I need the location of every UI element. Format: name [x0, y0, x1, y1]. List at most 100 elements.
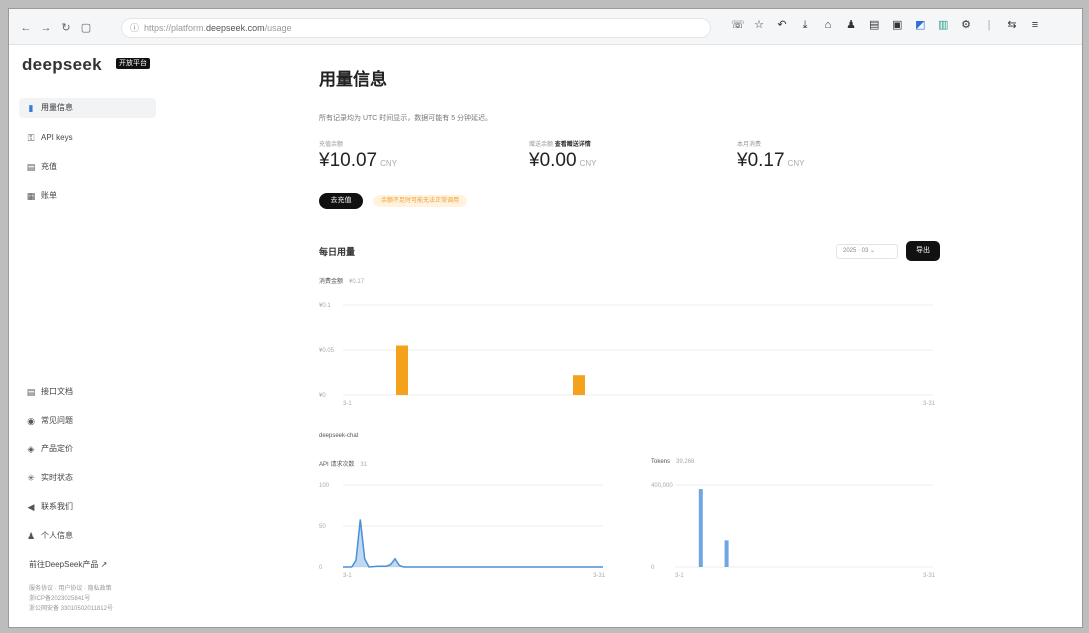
stat-topup-balance: 充值余额 ¥10.07 CNY	[319, 139, 397, 172]
deepseek-product-link[interactable]: 前往DeepSeek产品 ↗	[19, 555, 156, 575]
x-tick-label: 3-31	[923, 401, 936, 407]
phone-icon[interactable]: ☏	[731, 19, 745, 31]
sidebar-item-label: 充值	[41, 162, 57, 171]
sidebar-item-status[interactable]: ✳ 实时状态	[19, 468, 156, 488]
stat-value: ¥10.07 CNY	[319, 150, 397, 172]
user-icon: ♟	[26, 531, 36, 541]
month-select-value: 2025 · 03	[843, 248, 869, 254]
stat-amount: ¥10.07	[319, 150, 378, 171]
cost-chart-total: ¥0.17	[349, 279, 365, 285]
y-tick-label: 50	[319, 524, 326, 530]
help-icon: ◉	[27, 416, 35, 426]
extension-icons: ☏ ☆ ↶ ⤓ ⌂ ♟ ▤ ▣ ◩ ▥ ⚙ | ⇆ ≡	[731, 19, 1040, 35]
y-tick-label: 0	[651, 565, 655, 571]
megaphone-icon: ◀	[27, 502, 35, 512]
sidebar-item-billing[interactable]: ▦ 账单	[19, 186, 156, 206]
sheet-icon[interactable]: ▥	[938, 19, 948, 31]
stat-value: ¥0.00 CNY	[529, 150, 596, 172]
page-title: 用量信息	[319, 70, 387, 89]
url-host: deepseek.com	[206, 23, 265, 33]
share-icon[interactable]: ↶	[777, 19, 787, 31]
logo[interactable]: deepseek	[22, 55, 102, 75]
home-icon[interactable]: ⌂	[823, 19, 833, 31]
section-title: 每日用量	[319, 247, 356, 257]
topup-tip: 余额不足时可能无法正常调用	[373, 195, 468, 207]
sidebar-item-profile[interactable]: ♟ 个人信息	[19, 526, 156, 546]
stat-amount: ¥0.17	[737, 150, 785, 171]
y-tick-label: 0	[319, 565, 323, 571]
url-path: /usage	[264, 23, 292, 33]
y-tick-label: 100	[319, 483, 330, 489]
sidebar-item-pricing[interactable]: ◈ 产品定价	[19, 439, 156, 459]
bill-icon: ▦	[26, 191, 36, 201]
stat-label: 赠送余额 查看赠送详情	[529, 139, 596, 149]
footer-links[interactable]: 服务协议 · 用户协议 · 隐私政策	[29, 585, 112, 594]
cost-chart: ¥0.1 ¥0.05 ¥0 3-1 3-31	[319, 303, 936, 407]
tokens-chart: 400,000 0 3-1 3-31	[651, 483, 936, 579]
lock-icon: ⓘ	[130, 23, 140, 33]
sidebar-toggle-icon[interactable]: ⇆	[1007, 19, 1017, 31]
requests-chart-title: API 请求次数 31	[319, 459, 367, 468]
x-tick-label: 3-31	[923, 573, 936, 579]
price-tag-icon: ◈	[27, 444, 35, 454]
sidebar-item-label: 接口文档	[41, 387, 73, 396]
sidebar-item-label: 用量信息	[41, 103, 73, 112]
sidebar-item-label: 联系我们	[41, 502, 73, 511]
y-tick-label: ¥0.1	[319, 303, 331, 309]
forward-icon[interactable]: →	[39, 21, 53, 35]
stat-unit: CNY	[380, 159, 398, 168]
tabs-icon[interactable]: ▢	[79, 21, 93, 35]
tokens-bar	[724, 540, 729, 567]
requests-area	[343, 519, 603, 567]
sidebar-item-label: API keys	[41, 133, 73, 142]
back-icon[interactable]: ←	[19, 21, 33, 35]
tokens-total: 39,268	[676, 459, 695, 465]
browser-toolbar: ← → ↻ ▢ ⓘ https://platform.deepseek.com/…	[9, 9, 1082, 45]
person-icon[interactable]: ♟	[846, 19, 856, 31]
sidebar-item-label: 账单	[41, 191, 57, 200]
download-icon[interactable]: ⤓	[800, 19, 810, 31]
cost-chart-title: 消费金额 ¥0.17	[319, 276, 364, 285]
sidebar-item-usage[interactable]: ▮ 用量信息	[19, 98, 156, 118]
requests-title-text: API 请求次数	[319, 462, 355, 468]
tokens-chart-title: Tokens 39,268	[651, 459, 694, 465]
translate-icon[interactable]: ◩	[915, 19, 925, 31]
sidebar: deepseek 开放平台 ▮ 用量信息 ⚿ API keys ▤ 充值 ▦ 账…	[9, 45, 169, 627]
chevron-down-icon: ⌄	[870, 248, 876, 254]
sidebar-item-faq[interactable]: ◉ 常见问题	[19, 411, 156, 431]
tokens-title-text: Tokens	[651, 459, 671, 465]
x-tick-label: 3-1	[675, 573, 684, 579]
model-title: deepseek-chat	[319, 433, 359, 439]
reload-icon[interactable]: ↻	[59, 21, 73, 35]
stat-monthly-cost: 本月消费 ¥0.17 CNY	[737, 139, 804, 172]
sidebar-item-label: 个人信息	[41, 531, 73, 540]
x-tick-label: 3-1	[343, 573, 352, 579]
sidebar-item-topup[interactable]: ▤ 充值	[19, 157, 156, 177]
cost-bar	[573, 375, 585, 395]
address-bar[interactable]: ⓘ https://platform.deepseek.com/usage	[121, 18, 711, 38]
platform-badge: 开放平台	[116, 58, 150, 69]
cta-label: 前往DeepSeek产品 ↗	[29, 560, 108, 569]
tokens-bar	[698, 489, 703, 567]
gift-details-link[interactable]: 查看赠送详情	[555, 142, 591, 148]
menu-icon[interactable]: ≡	[1030, 19, 1040, 31]
sidebar-item-docs[interactable]: ▤ 接口文档	[19, 382, 156, 402]
stat-gift-balance: 赠送余额 查看赠送详情 ¥0.00 CNY	[529, 139, 596, 172]
cost-chart-title-text: 消费金额	[319, 279, 344, 285]
printer-icon[interactable]: ▤	[869, 19, 879, 31]
y-tick-label: ¥0.05	[319, 348, 335, 354]
sidebar-item-api-keys[interactable]: ⚿ API keys	[19, 128, 156, 148]
status-icon: ✳	[27, 473, 35, 483]
topup-button[interactable]: 去充值	[319, 193, 363, 209]
image-icon[interactable]: ▣	[892, 19, 902, 31]
stat-label: 充值余额	[319, 142, 344, 148]
sidebar-item-contact[interactable]: ◀ 联系我们	[19, 497, 156, 517]
browser-window: ← → ↻ ▢ ⓘ https://platform.deepseek.com/…	[8, 8, 1083, 628]
stat-unit: CNY	[579, 159, 597, 168]
star-icon[interactable]: ☆	[754, 19, 764, 31]
police-record: 浙公网安备 33010502011812号	[29, 606, 113, 612]
month-select[interactable]: 2025 · 03 ⌄	[836, 244, 898, 259]
settings-icon[interactable]: ⚙	[961, 19, 971, 31]
export-button[interactable]: 导出	[906, 241, 940, 261]
stat-value: ¥0.17 CNY	[737, 150, 804, 172]
